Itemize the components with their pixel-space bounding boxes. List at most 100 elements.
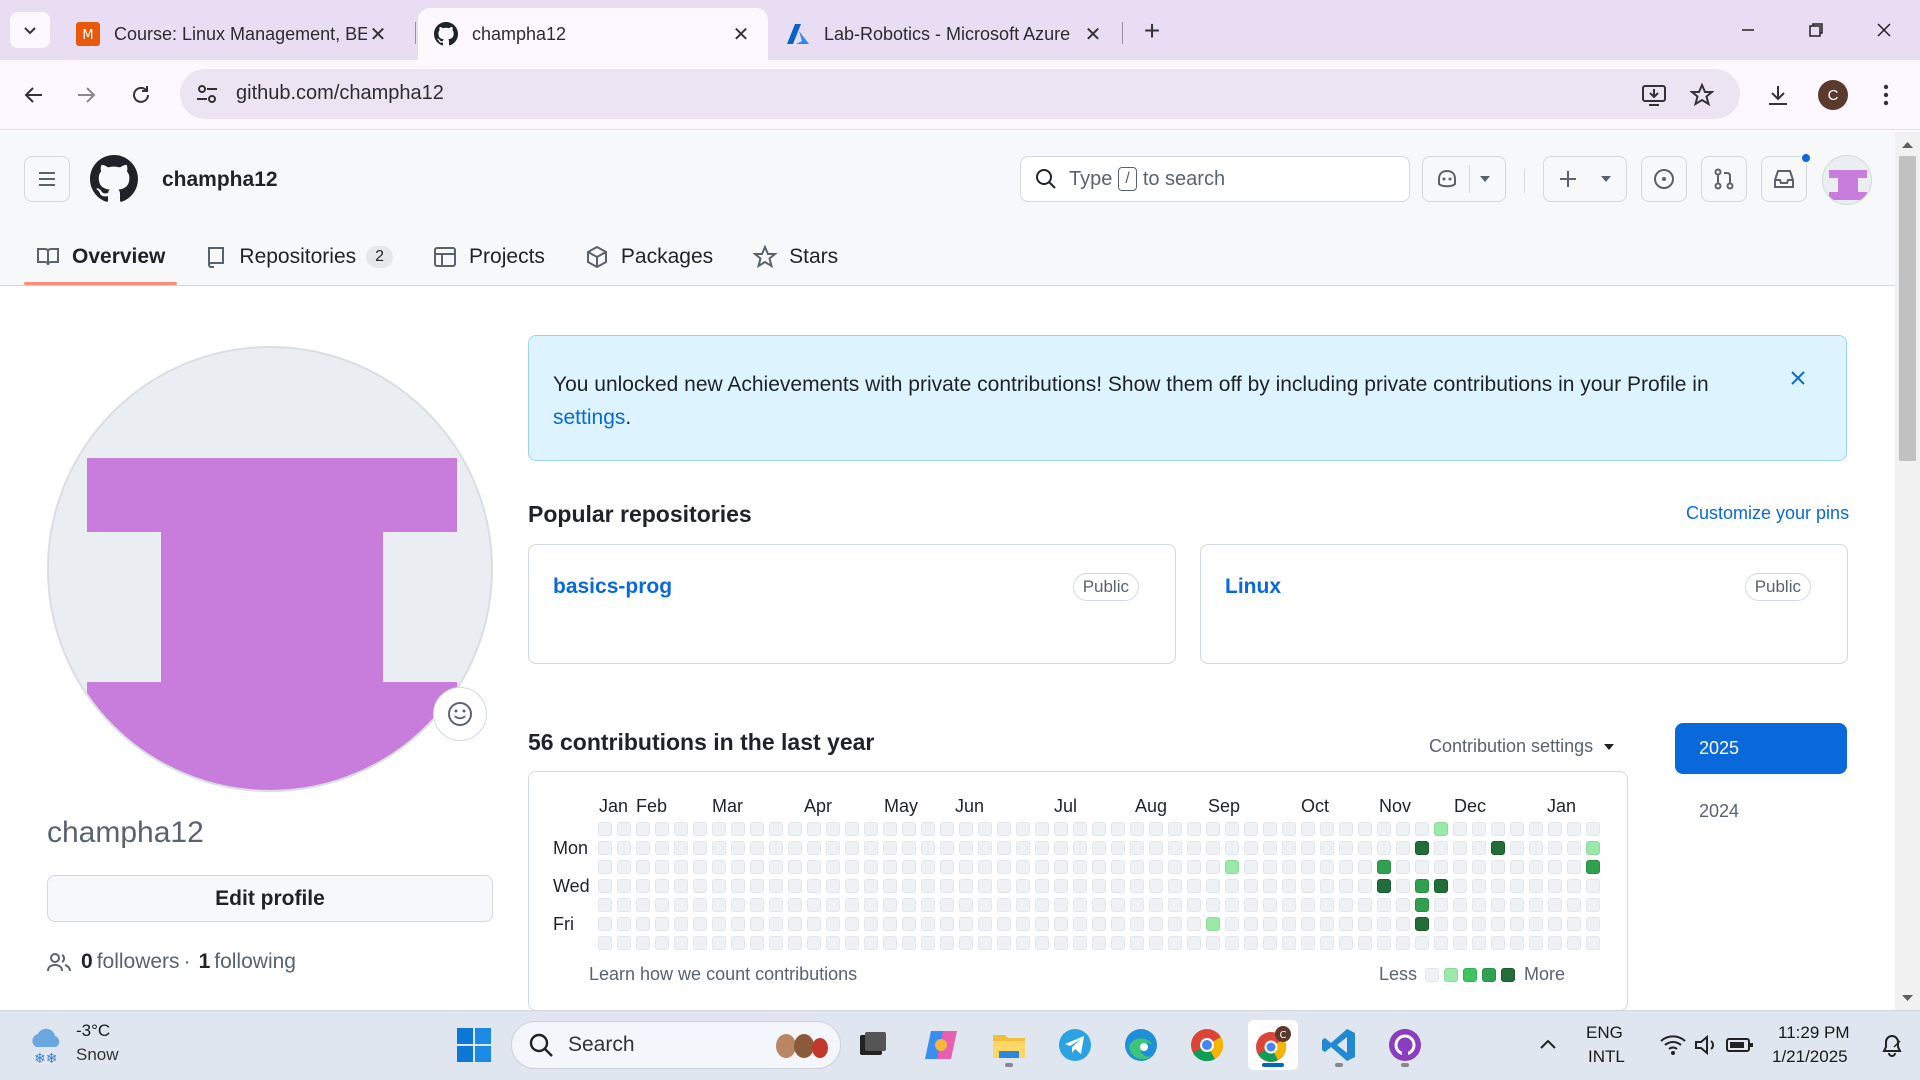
contribution-day-cell[interactable] [883,879,897,893]
contribution-day-cell[interactable] [731,898,745,912]
downloads-button[interactable] [1758,75,1798,115]
contribution-day-cell[interactable] [1491,841,1505,855]
contribution-day-cell[interactable] [712,841,726,855]
contribution-day-cell[interactable] [997,917,1011,931]
close-icon[interactable]: ✕ [367,23,389,46]
start-button[interactable] [449,1020,499,1070]
contribution-day-cell[interactable] [1586,841,1600,855]
new-tab-button[interactable]: + [1135,14,1169,48]
contribution-day-cell[interactable] [1130,841,1144,855]
contribution-day-cell[interactable] [1282,822,1296,836]
contribution-day-cell[interactable] [1092,860,1106,874]
contribution-day-cell[interactable] [788,841,802,855]
contribution-day-cell[interactable] [845,917,859,931]
search-input[interactable]: Type / to search [1020,156,1410,202]
contribution-day-cell[interactable] [674,879,688,893]
contribution-day-cell[interactable] [1415,841,1429,855]
contribution-day-cell[interactable] [921,879,935,893]
contribution-day-cell[interactable] [978,917,992,931]
contribution-day-cell[interactable] [1073,917,1087,931]
contribution-day-cell[interactable] [1168,917,1182,931]
contribution-day-cell[interactable] [883,936,897,950]
customize-pins-link[interactable]: Customize your pins [1686,503,1849,524]
contribution-day-cell[interactable] [1529,822,1543,836]
contribution-day-cell[interactable] [997,860,1011,874]
contribution-day-cell[interactable] [1320,860,1334,874]
contribution-day-cell[interactable] [1168,879,1182,893]
contribution-day-cell[interactable] [1586,917,1600,931]
contribution-day-cell[interactable] [1396,841,1410,855]
contribution-day-cell[interactable] [769,917,783,931]
contribution-day-cell[interactable] [826,860,840,874]
contribution-day-cell[interactable] [1016,898,1030,912]
contribution-day-cell[interactable] [769,936,783,950]
contribution-day-cell[interactable] [693,936,707,950]
contribution-day-cell[interactable] [807,898,821,912]
contribution-day-cell[interactable] [1415,822,1429,836]
contribution-day-cell[interactable] [1263,879,1277,893]
contribution-day-cell[interactable] [1054,917,1068,931]
contribution-day-cell[interactable] [1054,879,1068,893]
contribution-day-cell[interactable] [807,841,821,855]
tab-overview[interactable]: Overview [24,229,178,285]
contribution-day-cell[interactable] [750,898,764,912]
notifications-button[interactable] [1870,1020,1914,1070]
contribution-day-cell[interactable] [1130,879,1144,893]
contribution-day-cell[interactable] [1586,860,1600,874]
contribution-day-cell[interactable] [1377,841,1391,855]
contribution-day-cell[interactable] [1282,917,1296,931]
contribution-day-cell[interactable] [826,841,840,855]
contribution-day-cell[interactable] [636,841,650,855]
contribution-day-cell[interactable] [940,936,954,950]
contribution-day-cell[interactable] [1491,917,1505,931]
contribution-day-cell[interactable] [1016,936,1030,950]
contribution-day-cell[interactable] [1035,917,1049,931]
contribution-day-cell[interactable] [940,898,954,912]
contribution-day-cell[interactable] [959,936,973,950]
contribution-day-cell[interactable] [1320,822,1334,836]
contribution-day-cell[interactable] [1168,936,1182,950]
contribution-day-cell[interactable] [1187,936,1201,950]
contribution-day-cell[interactable] [1548,841,1562,855]
contribution-day-cell[interactable] [1149,822,1163,836]
contribution-day-cell[interactable] [1130,822,1144,836]
contribution-day-cell[interactable] [1092,822,1106,836]
contribution-day-cell[interactable] [864,936,878,950]
contribution-day-cell[interactable] [1567,898,1581,912]
show-hidden-icons-button[interactable] [1524,1020,1572,1070]
contribution-day-cell[interactable] [636,879,650,893]
contribution-day-cell[interactable] [750,936,764,950]
contribution-day-cell[interactable] [959,879,973,893]
contribution-day-cell[interactable] [845,841,859,855]
contribution-day-cell[interactable] [655,879,669,893]
close-window-button[interactable] [1862,12,1906,48]
contribution-day-cell[interactable] [712,860,726,874]
copilot-app-button[interactable] [916,1020,966,1070]
contribution-day-cell[interactable] [978,879,992,893]
contribution-day-cell[interactable] [598,822,612,836]
contribution-day-cell[interactable] [864,879,878,893]
contribution-day-cell[interactable] [1339,860,1353,874]
contribution-day-cell[interactable] [1567,860,1581,874]
contribution-day-cell[interactable] [959,841,973,855]
user-avatar-button[interactable] [1822,155,1872,205]
contribution-day-cell[interactable] [598,898,612,912]
contribution-day-cell[interactable] [1358,879,1372,893]
contribution-day-cell[interactable] [1206,841,1220,855]
contribution-day-cell[interactable] [1472,917,1486,931]
contribution-day-cell[interactable] [1187,860,1201,874]
contribution-day-cell[interactable] [1320,879,1334,893]
contribution-day-cell[interactable] [864,860,878,874]
contribution-day-cell[interactable] [1225,841,1239,855]
contribution-day-cell[interactable] [1491,879,1505,893]
contribution-day-cell[interactable] [1016,822,1030,836]
contribution-day-cell[interactable] [598,860,612,874]
contribution-day-cell[interactable] [1244,822,1258,836]
contribution-day-cell[interactable] [1130,898,1144,912]
contribution-day-cell[interactable] [1301,879,1315,893]
contribution-day-cell[interactable] [1548,898,1562,912]
contribution-day-cell[interactable] [940,879,954,893]
contribution-day-cell[interactable] [1567,841,1581,855]
contribution-day-cell[interactable] [1453,841,1467,855]
contribution-day-cell[interactable] [1301,822,1315,836]
